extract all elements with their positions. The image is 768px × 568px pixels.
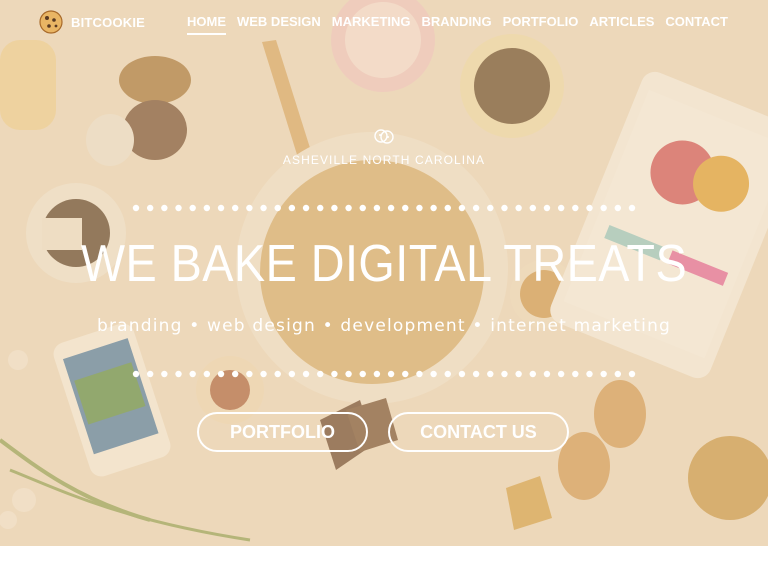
dotted-divider-top	[132, 204, 636, 212]
divider-dot	[317, 204, 324, 212]
nav-articles[interactable]: ARTICLES	[589, 14, 654, 35]
divider-dot	[628, 370, 636, 378]
nav-portfolio[interactable]: PORTFOLIO	[503, 14, 579, 35]
divider-dot	[402, 204, 409, 212]
cookies-icon	[374, 129, 394, 144]
brand-logo[interactable]: BITCOOKIE	[38, 10, 145, 34]
hero-tagline: branding • web design • development • in…	[96, 316, 672, 336]
divider-dot	[132, 370, 140, 378]
divider-dot	[146, 370, 154, 378]
cookie-icon	[39, 10, 63, 34]
divider-dot	[529, 370, 536, 378]
dotted-divider-bottom	[132, 370, 636, 378]
nav-home[interactable]: HOME	[186, 14, 226, 35]
divider-dot	[387, 370, 395, 378]
divider-dot	[232, 370, 239, 378]
divider-dot	[246, 204, 253, 212]
divider-dot	[515, 370, 522, 378]
divider-dot	[600, 204, 607, 212]
divider-dot	[331, 370, 338, 378]
divider-dot	[260, 370, 267, 378]
divider-dot	[572, 204, 579, 212]
divider-dot	[146, 204, 154, 212]
divider-dot	[274, 204, 281, 212]
brand-name: BITCOOKIE	[71, 14, 146, 30]
divider-dot	[288, 370, 296, 378]
divider-dot	[302, 204, 310, 212]
hero-intro: ASHEVILLE NORTH CAROLINA	[0, 128, 768, 167]
main-menu: HOME WEB DESIGN MARKETING BRANDING PORTF…	[186, 14, 728, 35]
top-navigation: BITCOOKIE HOME WEB DESIGN MARKETING BRAN…	[0, 0, 768, 44]
portfolio-button[interactable]: PORTFOLIO	[197, 412, 368, 452]
divider-dot	[501, 204, 508, 212]
divider-dot	[515, 204, 522, 212]
divider-dot	[274, 370, 281, 378]
nav-web-design[interactable]: WEB DESIGN	[237, 14, 321, 35]
divider-dot	[387, 204, 395, 212]
divider-dot	[203, 370, 211, 378]
divider-dot	[203, 204, 211, 212]
divider-dot	[175, 204, 182, 212]
divider-dot	[557, 370, 565, 378]
divider-dot	[246, 370, 253, 378]
divider-dot	[161, 370, 168, 378]
divider-dot	[345, 370, 352, 378]
divider-dot	[600, 370, 607, 378]
divider-dot	[501, 370, 508, 378]
divider-dot	[217, 204, 225, 212]
location-label: ASHEVILLE NORTH CAROLINA	[282, 153, 486, 167]
nav-contact[interactable]: CONTACT	[665, 14, 728, 35]
divider-dot	[458, 370, 466, 378]
divider-dot	[430, 204, 437, 212]
divider-dot	[217, 370, 225, 378]
divider-dot	[543, 204, 551, 212]
divider-dot	[430, 370, 437, 378]
divider-dot	[302, 370, 310, 378]
hero-headline: WE BAKE DIGITAL TREATS	[80, 235, 688, 293]
hero-section: BITCOOKIE HOME WEB DESIGN MARKETING BRAN…	[0, 0, 768, 546]
page-bottom-strip	[0, 546, 768, 568]
divider-dot	[586, 204, 593, 212]
divider-dot	[472, 204, 480, 212]
divider-dot	[161, 204, 168, 212]
divider-dot	[444, 204, 451, 212]
divider-dot	[472, 370, 480, 378]
nav-branding[interactable]: BRANDING	[422, 14, 492, 35]
divider-dot	[416, 204, 423, 212]
divider-dot	[373, 370, 381, 378]
divider-dot	[345, 204, 352, 212]
divider-dot	[359, 370, 366, 378]
divider-dot	[487, 204, 494, 212]
divider-dot	[416, 370, 423, 378]
divider-dot	[529, 204, 536, 212]
divider-dot	[189, 370, 196, 378]
divider-dot	[628, 204, 636, 212]
divider-dot	[614, 370, 622, 378]
nav-marketing[interactable]: MARKETING	[332, 14, 411, 35]
divider-dot	[572, 370, 579, 378]
divider-dot	[317, 370, 324, 378]
divider-dot	[175, 370, 182, 378]
divider-dot	[543, 370, 551, 378]
divider-dot	[614, 204, 622, 212]
divider-dot	[586, 370, 593, 378]
contact-us-button[interactable]: CONTACT US	[388, 412, 569, 452]
divider-dot	[487, 370, 494, 378]
divider-dot	[458, 204, 466, 212]
divider-dot	[132, 204, 140, 212]
divider-dot	[288, 204, 296, 212]
divider-dot	[373, 204, 381, 212]
divider-dot	[359, 204, 366, 212]
divider-dot	[557, 204, 565, 212]
divider-dot	[444, 370, 451, 378]
divider-dot	[232, 204, 239, 212]
divider-dot	[331, 204, 338, 212]
divider-dot	[402, 370, 409, 378]
divider-dot	[260, 204, 267, 212]
divider-dot	[189, 204, 196, 212]
